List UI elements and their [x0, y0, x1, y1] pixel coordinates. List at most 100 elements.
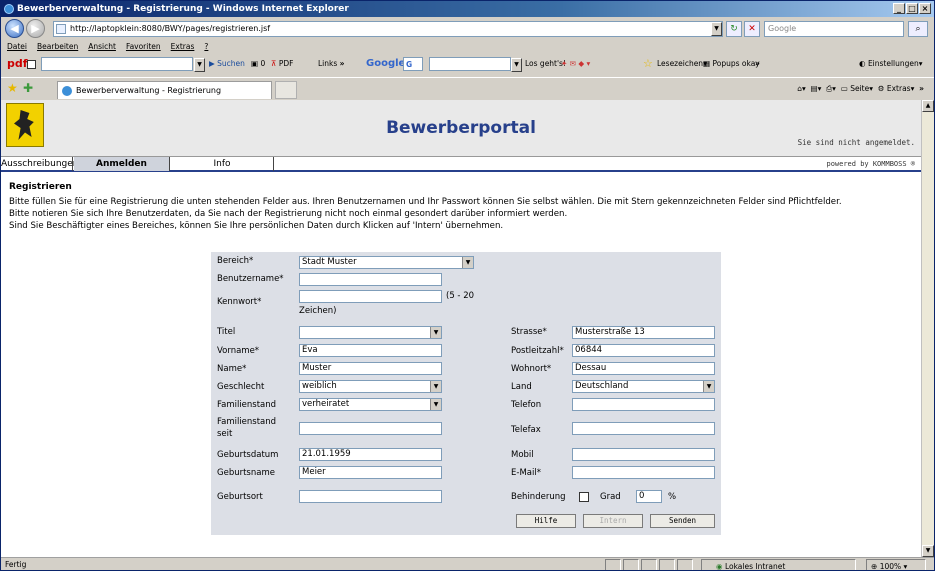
minimize-button[interactable]: _: [893, 3, 905, 14]
losgehts-button[interactable]: Los geht's!: [525, 57, 566, 71]
chevron-down-icon: ▼: [430, 327, 441, 338]
tab-ausschreibungen[interactable]: Ausschreibungen: [1, 157, 79, 171]
page-title: Bewerberportal: [386, 118, 536, 138]
email-input[interactable]: [572, 466, 715, 479]
geschlecht-select[interactable]: weiblich ▼: [299, 380, 442, 393]
menu-ansicht[interactable]: Ansicht: [88, 41, 116, 53]
bereich-select[interactable]: Stadt Muster ▼: [299, 256, 474, 269]
intern-button[interactable]: Intern: [583, 514, 643, 528]
extras-menu[interactable]: ⚙ Extras▾: [878, 84, 915, 93]
counter-button[interactable]: ▣ 0: [251, 57, 265, 71]
familienstand-select[interactable]: verheiratet ▼: [299, 398, 442, 411]
back-icon[interactable]: ◀: [5, 19, 24, 38]
grad-input[interactable]: 0: [636, 490, 662, 503]
titel-label: Titel: [217, 327, 236, 337]
maximize-button[interactable]: □: [906, 3, 918, 14]
mobil-input[interactable]: [572, 448, 715, 461]
chevron-down-icon: ▼: [703, 381, 714, 392]
menu-datei[interactable]: Datei: [7, 41, 27, 53]
kennwort-input[interactable]: [299, 290, 442, 303]
address-dropdown-icon[interactable]: ▼: [711, 22, 722, 36]
toolbar-search-dropdown-icon[interactable]: ▼: [194, 58, 205, 72]
vorname-label: Vorname*: [217, 346, 260, 356]
scroll-down-icon[interactable]: ▼: [922, 545, 934, 557]
strasse-input[interactable]: Musterstraße 13: [572, 326, 715, 339]
page-icon: [56, 24, 66, 34]
einstellungen-button[interactable]: ◐ Einstellungen▾: [859, 57, 923, 71]
toolbar-tools-icon[interactable]: ✦ ✉ ◆ ▾: [561, 57, 590, 71]
senden-button[interactable]: Senden: [650, 514, 715, 528]
tab-anmelden[interactable]: Anmelden: [74, 157, 170, 171]
pdf-button[interactable]: ⊼ PDF: [271, 57, 294, 71]
new-tab-button[interactable]: [275, 81, 297, 99]
commandbar-more-icon[interactable]: »: [919, 84, 924, 93]
toolbar-dropdown-icon[interactable]: [27, 60, 36, 69]
stop-icon[interactable]: ✕: [744, 21, 760, 37]
wohnort-label: Wohnort*: [511, 364, 552, 374]
links-button[interactable]: Links »: [318, 57, 345, 71]
kennwort-hint: (5 - 20: [446, 291, 475, 301]
menu-help[interactable]: ?: [204, 41, 208, 53]
plz-input[interactable]: 06844: [572, 344, 715, 357]
telefon-label: Telefon: [511, 400, 542, 410]
name-input[interactable]: Muster: [299, 362, 442, 375]
intro-line-1: Bitte füllen Sie für eine Registrierung …: [9, 197, 842, 207]
plz-label: Postleitzahl*: [511, 346, 564, 356]
add-favorite-icon[interactable]: ✚: [23, 82, 33, 94]
toolbar-search-input[interactable]: [41, 57, 193, 71]
address-input[interactable]: http://laptopklein:8080/BWY/pages/regist…: [53, 21, 723, 37]
chevron-down-icon: ▼: [430, 399, 441, 410]
vertical-scrollbar[interactable]: ▲ ▼: [921, 100, 934, 557]
kennwort-label: Kennwort*: [217, 297, 262, 307]
google-search-box[interactable]: G: [403, 57, 423, 71]
menu-bearbeiten[interactable]: Bearbeiten: [37, 41, 78, 53]
menu-extras[interactable]: Extras: [171, 41, 195, 53]
telefon-input[interactable]: [572, 398, 715, 411]
ie-logo-icon: [4, 4, 14, 14]
refresh-icon[interactable]: ↻: [726, 21, 742, 37]
benutzername-input[interactable]: [299, 273, 442, 286]
geburtsname-input[interactable]: Meier: [299, 466, 442, 479]
suchen-button[interactable]: ▶ Suchen: [209, 57, 245, 71]
forward-icon[interactable]: ▶: [26, 19, 45, 38]
zone-indicator: ◉ Lokales Intranet: [701, 559, 856, 570]
kennwort-hint-2: Zeichen): [299, 306, 337, 316]
google-dropdown-icon[interactable]: ▼: [511, 58, 522, 72]
wohnort-input[interactable]: Dessau: [572, 362, 715, 375]
tab-info[interactable]: Info: [171, 157, 274, 171]
page-header: Bewerberportal Sie sind nicht angemeldet…: [1, 100, 921, 156]
print-icon[interactable]: ⎙▾: [826, 84, 836, 93]
familienstand-seit-input[interactable]: [299, 422, 442, 435]
google-input[interactable]: [429, 57, 511, 71]
scroll-up-icon[interactable]: ▲: [922, 100, 934, 112]
familienstand-label: Familienstand: [217, 400, 277, 410]
chevron-down-icon: ▼: [462, 257, 473, 268]
zoom-control[interactable]: ⊕ 100% ▾: [866, 559, 926, 570]
popups-button[interactable]: ▦ Popups okay: [703, 57, 760, 71]
favorites-star-icon[interactable]: ★: [7, 82, 18, 94]
menu-bar: Datei Bearbeiten Ansicht Favoriten Extra…: [1, 41, 934, 53]
vorname-input[interactable]: Eva: [299, 344, 442, 357]
geburtsort-input[interactable]: [299, 490, 442, 503]
title-bar: Bewerberverwaltung - Registrierung - Win…: [1, 1, 934, 17]
toolbar-more-icon[interactable]: »: [755, 57, 760, 71]
lesezeichen-button[interactable]: Lesezeichen▾: [657, 57, 707, 71]
land-select[interactable]: Deutschland ▼: [572, 380, 715, 393]
feeds-icon[interactable]: ▤▾: [811, 84, 822, 93]
menu-favoriten[interactable]: Favoriten: [126, 41, 161, 53]
search-icon[interactable]: ⌕: [908, 21, 928, 37]
geburtsname-label: Geburtsname: [217, 468, 275, 478]
tab-registrierung[interactable]: Bewerberverwaltung - Registrierung: [57, 81, 272, 99]
geburtsdatum-input[interactable]: 21.01.1959: [299, 448, 442, 461]
browser-window: Bewerberverwaltung - Registrierung - Win…: [0, 0, 935, 571]
seite-menu[interactable]: ▭ Seite▾: [841, 84, 873, 93]
command-bar: ⌂▾ ▤▾ ⎙▾ ▭ Seite▾ ⚙ Extras▾ »: [797, 82, 924, 96]
titel-select[interactable]: ▼: [299, 326, 442, 339]
behinderung-checkbox[interactable]: [579, 492, 589, 502]
telefax-input[interactable]: [572, 422, 715, 435]
familienstand-seit-label: Familienstand: [217, 417, 277, 427]
hilfe-button[interactable]: Hilfe: [516, 514, 576, 528]
close-button[interactable]: ×: [919, 3, 931, 14]
home-icon[interactable]: ⌂▾: [797, 84, 806, 93]
search-input[interactable]: Google: [764, 21, 904, 37]
